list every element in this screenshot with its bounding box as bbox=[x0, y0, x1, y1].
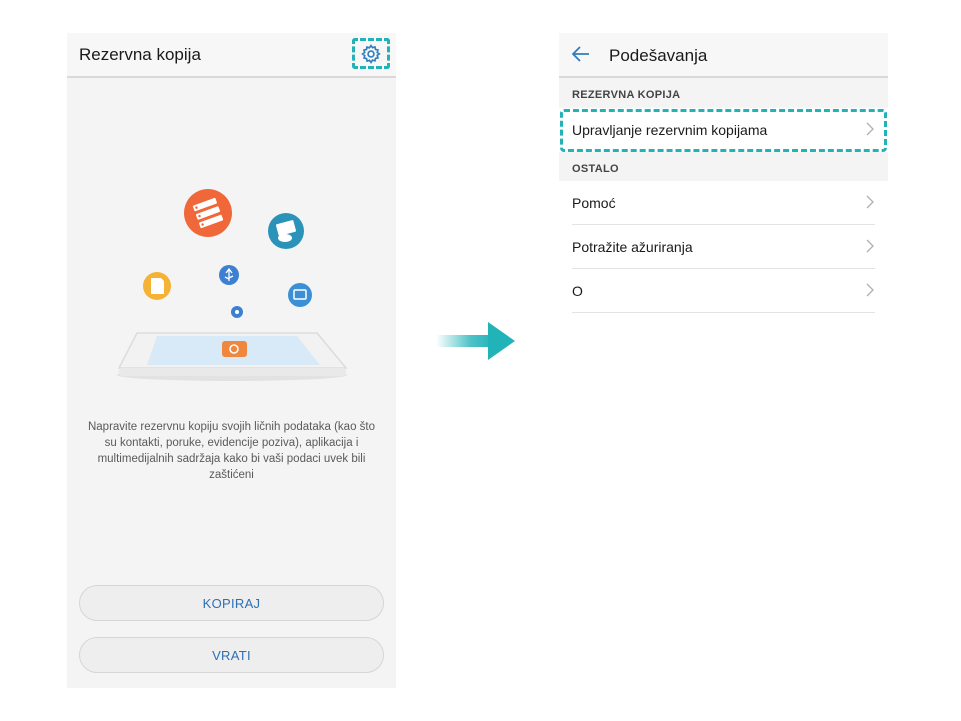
backup-button[interactable]: KOPIRAJ bbox=[79, 585, 384, 621]
computer-icon bbox=[288, 283, 312, 307]
location-dot-icon bbox=[231, 306, 243, 318]
highlight-frame bbox=[560, 109, 887, 152]
next-step-arrow-icon bbox=[436, 322, 515, 360]
cloud-backup-icon bbox=[268, 213, 304, 249]
chevron-right-icon bbox=[866, 195, 874, 209]
settings-item-check-updates[interactable]: Potražite ažuriranja bbox=[559, 225, 888, 269]
settings-item-help[interactable]: Pomoć bbox=[559, 181, 888, 225]
storage-icon bbox=[184, 189, 232, 237]
section-header-backup: REZERVNA KOPIJA bbox=[572, 89, 681, 101]
backup-description: Napravite rezervnu kopiju svojih ličnih … bbox=[87, 421, 375, 481]
empty-content-area bbox=[559, 313, 888, 688]
restore-button[interactable]: VRATI bbox=[79, 637, 384, 673]
settings-item-label: Potražite ažuriranja bbox=[572, 239, 693, 255]
sd-card-icon bbox=[143, 272, 171, 300]
backup-screen: Rezervna kopija Napravite rezervnu kopij… bbox=[67, 33, 396, 688]
settings-item-label: Pomoć bbox=[572, 195, 616, 211]
phone-illustration bbox=[117, 332, 348, 381]
page-title: Podešavanja bbox=[609, 46, 708, 65]
settings-item-label: O bbox=[572, 283, 583, 299]
settings-screen: Podešavanja REZERVNA KOPIJA Upravljanje … bbox=[559, 33, 888, 688]
chevron-right-icon bbox=[866, 239, 874, 253]
back-arrow-icon[interactable] bbox=[571, 45, 591, 63]
usb-icon bbox=[219, 265, 239, 285]
settings-item-about[interactable]: O bbox=[559, 269, 888, 313]
chevron-right-icon bbox=[866, 283, 874, 297]
section-header-other: OSTALO bbox=[572, 163, 619, 175]
app-bar: Podešavanja bbox=[559, 33, 888, 78]
